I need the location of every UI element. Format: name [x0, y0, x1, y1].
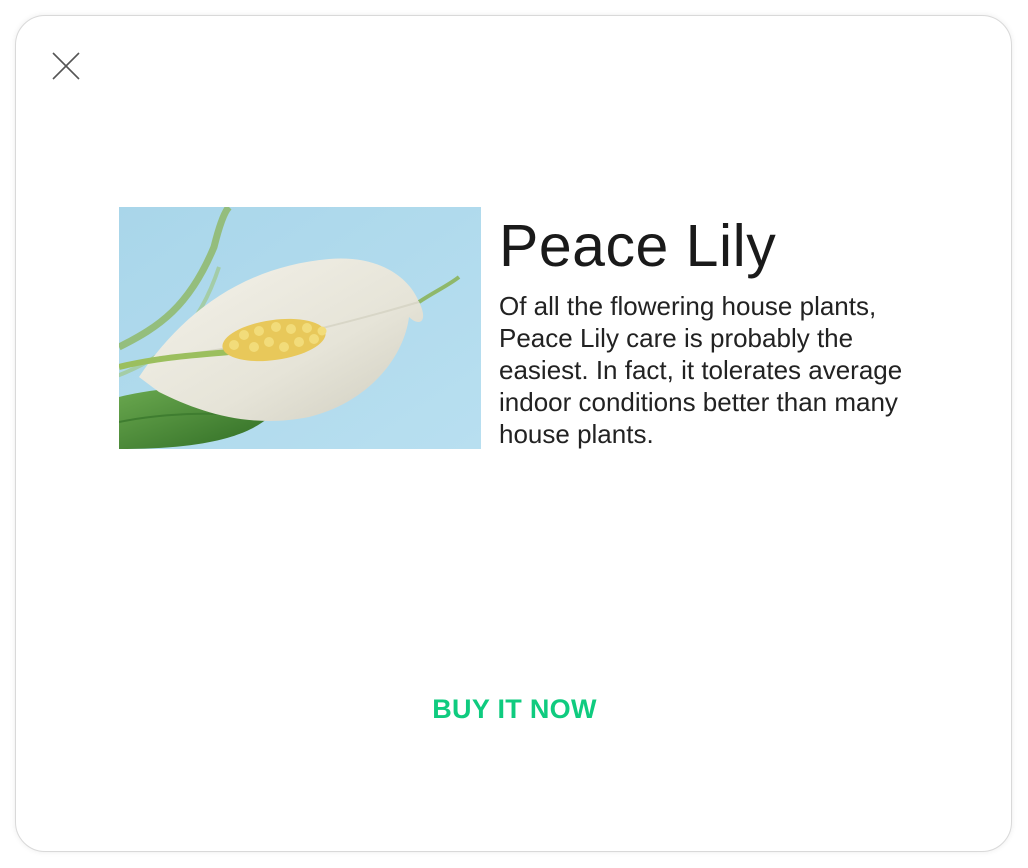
- peace-lily-photo: [119, 207, 481, 449]
- product-dialog: Peace Lily Of all the flowering house pl…: [15, 15, 1012, 852]
- product-title: Peace Lily: [499, 213, 777, 279]
- close-icon: [52, 52, 80, 80]
- product-description: Of all the flowering house plants, Peace…: [499, 291, 903, 449]
- product-card: Peace Lily Of all the flowering house pl…: [119, 207, 939, 449]
- buy-it-now-button[interactable]: BUY IT NOW: [16, 694, 1013, 725]
- product-info: Peace Lily Of all the flowering house pl…: [499, 207, 939, 450]
- close-button[interactable]: [50, 50, 82, 82]
- product-image: [119, 207, 481, 449]
